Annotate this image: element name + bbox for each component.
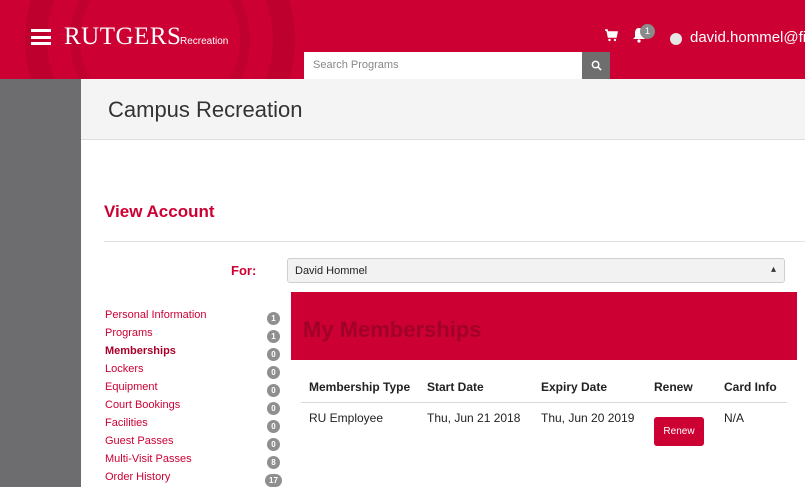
left-rail bbox=[0, 79, 81, 487]
sidenav-item-programs[interactable]: Programs 1 bbox=[105, 327, 285, 345]
person-select-value: David Hommel bbox=[295, 265, 368, 277]
sidenav-item-label[interactable]: Order History bbox=[105, 471, 170, 483]
sidenav-item-guest-passes[interactable]: Guest Passes 0 bbox=[105, 435, 285, 453]
start-date-cell: Thu, Jun 21 2018 bbox=[427, 411, 521, 425]
sidenav-item-label[interactable]: Court Bookings bbox=[105, 399, 180, 411]
avatar[interactable] bbox=[670, 33, 682, 45]
sidenav-item-label[interactable]: Programs bbox=[105, 327, 153, 339]
count-badge: 1 bbox=[267, 330, 280, 343]
count-badge: 0 bbox=[267, 402, 280, 415]
membership-type-cell: RU Employee bbox=[309, 411, 384, 425]
cart-icon bbox=[605, 29, 618, 42]
select-arrows-icon: ▴ bbox=[770, 264, 776, 275]
person-select[interactable]: David Hommel ▴ bbox=[287, 258, 785, 283]
count-badge: 0 bbox=[267, 420, 280, 433]
column-header-expiry-date: Expiry Date bbox=[541, 380, 608, 394]
page-title: Campus Recreation bbox=[108, 97, 303, 122]
sidenav-item-label[interactable]: Guest Passes bbox=[105, 435, 173, 447]
cart-button[interactable] bbox=[604, 28, 618, 47]
sidenav-item-label[interactable]: Facilities bbox=[105, 417, 148, 429]
count-badge: 1 bbox=[267, 312, 280, 325]
renew-button[interactable]: Renew bbox=[654, 417, 704, 446]
column-header-card-info: Card Info bbox=[724, 380, 777, 394]
sidenav-item-order-history[interactable]: Order History 17 bbox=[105, 471, 285, 487]
sidenav-item-multi-visit-passes[interactable]: Multi-Visit Passes 8 bbox=[105, 453, 285, 471]
column-header-membership-type: Membership Type bbox=[309, 380, 411, 394]
sidenav-item-equipment[interactable]: Equipment 0 bbox=[105, 381, 285, 399]
brand-logo[interactable]: RUTGERS bbox=[64, 23, 181, 51]
count-badge: 17 bbox=[265, 474, 282, 487]
top-bar: RUTGERS Recreation Search Programs 1 dav… bbox=[0, 0, 805, 79]
memberships-banner: My Memberships bbox=[291, 292, 797, 360]
brand-subtitle: Recreation bbox=[180, 36, 229, 47]
count-badge: 0 bbox=[267, 384, 280, 397]
count-badge: 0 bbox=[267, 438, 280, 451]
hamburger-icon[interactable] bbox=[31, 29, 51, 45]
count-badge: 0 bbox=[267, 348, 280, 361]
column-header-renew: Renew bbox=[654, 380, 693, 394]
sidenav-item-label[interactable]: Multi-Visit Passes bbox=[105, 453, 192, 465]
page-header: Campus Recreation bbox=[81, 79, 805, 140]
memberships-title: My Memberships bbox=[303, 317, 482, 342]
search-input[interactable]: Search Programs bbox=[304, 52, 582, 79]
user-name[interactable]: david.hommel@fi bbox=[690, 29, 805, 46]
notification-badge: 1 bbox=[640, 24, 655, 39]
search-placeholder: Search Programs bbox=[313, 59, 399, 71]
for-label: For: bbox=[231, 263, 257, 278]
count-badge: 0 bbox=[267, 366, 280, 379]
sidenav-item-court-bookings[interactable]: Court Bookings 0 bbox=[105, 399, 285, 417]
count-badge: 8 bbox=[267, 456, 280, 469]
sidenav-item-label[interactable]: Memberships bbox=[105, 345, 176, 357]
sidenav-item-label[interactable]: Lockers bbox=[105, 363, 144, 375]
card-info-cell: N/A bbox=[724, 411, 745, 425]
sidenav-item-facilities[interactable]: Facilities 0 bbox=[105, 417, 285, 435]
sidenav-item-label[interactable]: Equipment bbox=[105, 381, 158, 393]
divider bbox=[104, 241, 805, 242]
expiry-date-cell: Thu, Jun 20 2019 bbox=[541, 411, 635, 425]
column-header-start-date: Start Date bbox=[427, 380, 484, 394]
view-account-heading: View Account bbox=[104, 202, 215, 221]
sidenav-item-memberships[interactable]: Memberships 0 bbox=[105, 345, 285, 363]
header-divider bbox=[301, 402, 787, 403]
account-sidenav: Personal Information 1 Programs 1 Member… bbox=[105, 309, 285, 487]
sidenav-item-personal-information[interactable]: Personal Information 1 bbox=[105, 309, 285, 327]
sidenav-item-lockers[interactable]: Lockers 0 bbox=[105, 363, 285, 381]
search-button[interactable] bbox=[582, 52, 610, 79]
search-icon bbox=[591, 60, 602, 71]
sidenav-item-label[interactable]: Personal Information bbox=[105, 309, 207, 321]
